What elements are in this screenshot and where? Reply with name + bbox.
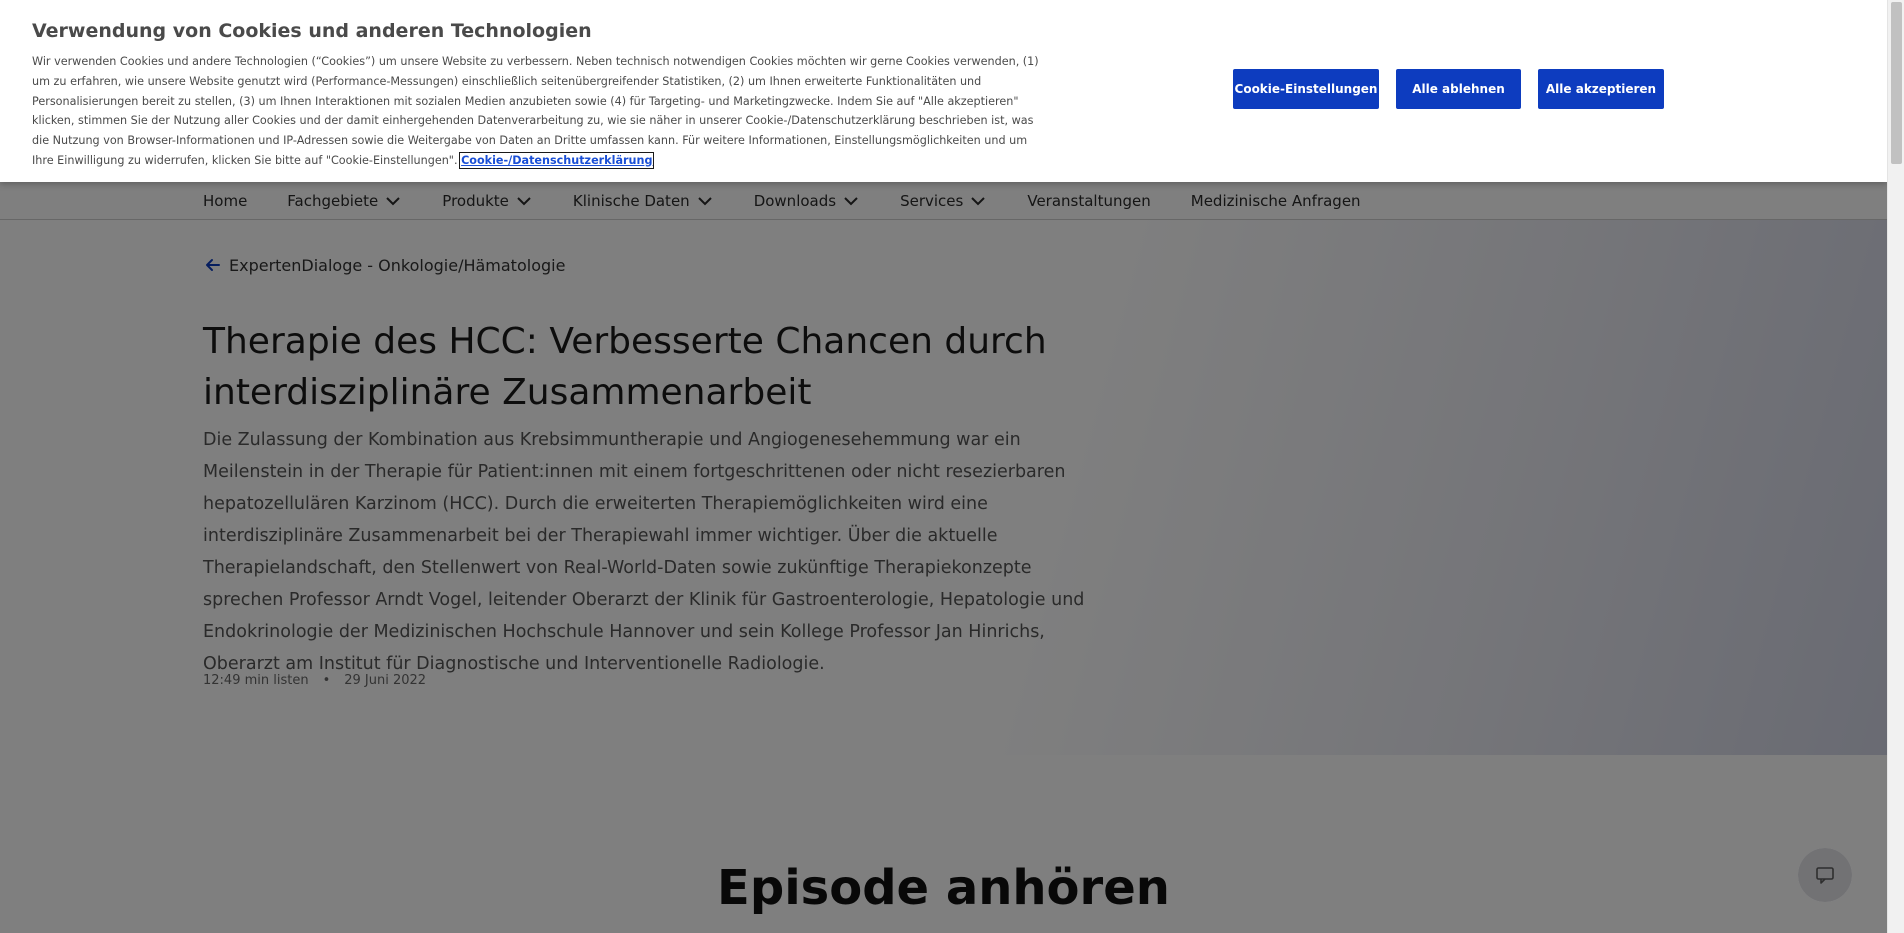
cookie-buttons: Cookie-Einstellungen Alle ablehnen Alle … (1233, 69, 1681, 109)
cookie-banner-title: Verwendung von Cookies und anderen Techn… (32, 20, 592, 42)
reject-all-button[interactable]: Alle ablehnen (1396, 69, 1521, 109)
cookie-banner-body: Wir verwenden Cookies und andere Technol… (32, 55, 1039, 167)
cookie-settings-button[interactable]: Cookie-Einstellungen (1233, 69, 1379, 109)
scrollbar-thumb[interactable] (1891, 2, 1902, 164)
cookie-banner: Verwendung von Cookies und anderen Techn… (0, 0, 1887, 182)
scrollbar[interactable] (1887, 0, 1904, 933)
cookie-banner-text: Wir verwenden Cookies und andere Technol… (32, 52, 1042, 171)
privacy-policy-link[interactable]: Cookie-/Datenschutzerklärung (459, 151, 655, 169)
chat-button-dim (1798, 848, 1852, 902)
accept-all-button[interactable]: Alle akzeptieren (1538, 69, 1664, 109)
